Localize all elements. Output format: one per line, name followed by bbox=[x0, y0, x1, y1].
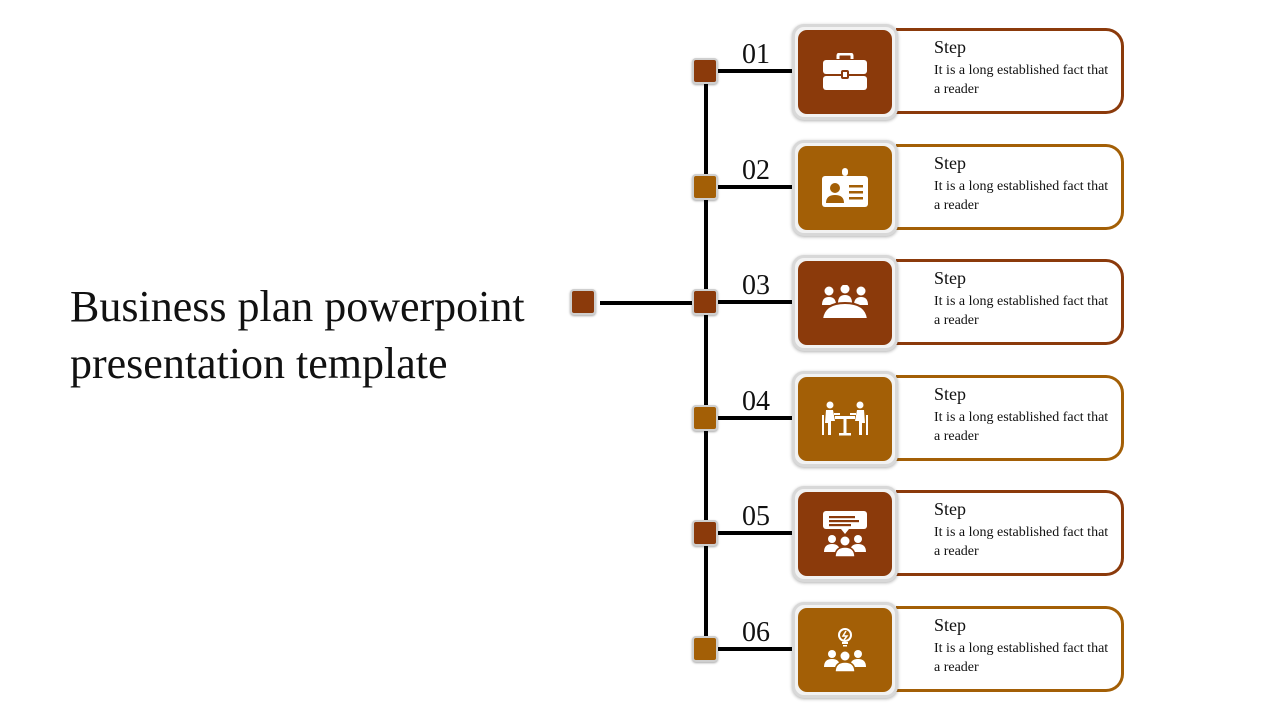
step-number: 04 bbox=[742, 386, 770, 417]
step-node bbox=[692, 58, 718, 84]
step-icon-container bbox=[798, 30, 892, 114]
step-node bbox=[692, 520, 718, 546]
step-title: Step bbox=[934, 268, 967, 288]
timeline-vertical-line bbox=[704, 72, 708, 650]
step-description: It is a long established fact that a rea… bbox=[934, 410, 1109, 444]
timeline-root-connector bbox=[600, 301, 706, 305]
step-icon-container bbox=[798, 261, 892, 345]
step-icon-tile bbox=[792, 602, 898, 698]
step-icon-tile bbox=[792, 371, 898, 467]
step-number: 06 bbox=[742, 617, 770, 648]
step-icon-container bbox=[798, 377, 892, 461]
step-icon-tile bbox=[792, 140, 898, 236]
step-description: It is a long established fact that a rea… bbox=[934, 525, 1109, 559]
step-title: Step bbox=[934, 384, 967, 404]
step-title: Step bbox=[934, 615, 967, 635]
step-description: It is a long established fact that a rea… bbox=[934, 63, 1109, 97]
step-description: It is a long established fact that a rea… bbox=[934, 294, 1109, 328]
step-title: Step bbox=[934, 37, 967, 57]
briefcase-icon bbox=[822, 53, 868, 91]
step-description: It is a long established fact that a rea… bbox=[934, 179, 1109, 213]
step-icon-container bbox=[798, 608, 892, 692]
step-icon-tile bbox=[792, 24, 898, 120]
step-number: 05 bbox=[742, 501, 770, 532]
step-icon-tile bbox=[792, 486, 898, 582]
step-number: 02 bbox=[742, 155, 770, 186]
step-node bbox=[692, 405, 718, 431]
step-number: 03 bbox=[742, 270, 770, 301]
meeting-table-icon bbox=[820, 285, 870, 321]
step-title: Step bbox=[934, 499, 967, 519]
step-node bbox=[692, 289, 718, 315]
timeline-root-node bbox=[570, 289, 596, 315]
step-icon-container bbox=[798, 492, 892, 576]
idea-team-icon bbox=[822, 627, 868, 673]
presentation-group-icon bbox=[822, 510, 868, 558]
step-icon-container bbox=[798, 146, 892, 230]
step-node bbox=[692, 636, 718, 662]
interview-icon bbox=[822, 401, 868, 437]
step-title: Step bbox=[934, 153, 967, 173]
slide-title: Business plan powerpoint presentation te… bbox=[70, 282, 525, 388]
step-node bbox=[692, 174, 718, 200]
id-badge-icon bbox=[821, 168, 869, 208]
step-description: It is a long established fact that a rea… bbox=[934, 641, 1109, 675]
step-number: 01 bbox=[742, 39, 770, 70]
step-icon-tile bbox=[792, 255, 898, 351]
